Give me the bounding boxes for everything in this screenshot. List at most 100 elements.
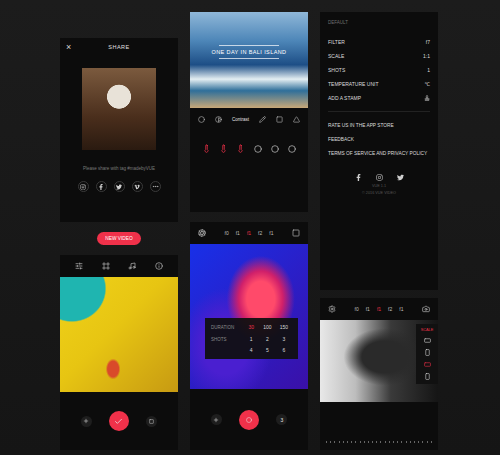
- ratio-icon: [424, 337, 431, 344]
- scale-option[interactable]: [424, 361, 431, 368]
- level-mark[interactable]: [287, 144, 296, 153]
- shutter-button[interactable]: [239, 410, 259, 430]
- shutter-icon: [246, 417, 252, 423]
- ruler-tick: [431, 441, 432, 443]
- setting-label: TEMPERATURE UNIT: [328, 81, 378, 87]
- settings-screen: DEFAULTFILTERf7SCALE1:1SHOTS1TEMPERATURE…: [320, 12, 438, 290]
- facebook-button[interactable]: [96, 181, 107, 192]
- timeline-ruler[interactable]: [320, 434, 438, 450]
- twitter-icon: [116, 184, 122, 190]
- setting-row[interactable]: ADD A STAMP: [328, 91, 430, 105]
- filter-item[interactable]: f0: [225, 230, 229, 236]
- close-button[interactable]: ×: [66, 42, 71, 52]
- ruler-tick: [360, 441, 361, 443]
- settings-link[interactable]: RATE US IN THE APP STORE: [328, 118, 430, 132]
- left-column: ×SHAREPlease share with tag #madebyVUE NE…: [60, 38, 178, 450]
- level-mark[interactable]: [270, 144, 279, 153]
- filter-item[interactable]: f1: [377, 306, 381, 312]
- triangle-icon[interactable]: [293, 116, 300, 123]
- filter-item[interactable]: f0: [355, 306, 359, 312]
- level-mark[interactable]: [253, 144, 262, 153]
- scale-option[interactable]: [424, 337, 431, 344]
- filter-list: f0 f1 f1 f2 f1: [225, 230, 274, 236]
- setting-row[interactable]: TEMPERATURE UNIT ℃: [328, 77, 430, 91]
- tool-label: Contrast: [232, 117, 249, 122]
- exposure-icon[interactable]: [198, 116, 205, 123]
- showcase-page: ×SHAREPlease share with tag #madebyVUE NE…: [0, 0, 500, 455]
- twitter-button[interactable]: [114, 181, 125, 192]
- filter-item[interactable]: f2: [388, 306, 392, 312]
- camera-icon[interactable]: [422, 305, 430, 313]
- counter-button[interactable]: 3: [276, 414, 287, 425]
- confirm-button[interactable]: [109, 411, 129, 431]
- share-screen: ×SHAREPlease share with tag #madebyVUE: [60, 38, 178, 222]
- shots-option[interactable]: 3: [276, 336, 292, 342]
- beach-photo: ONE DAY IN BALI ISLAND: [190, 12, 308, 108]
- edit-footer: [60, 392, 178, 450]
- setting-row[interactable]: SCALE1:1: [328, 49, 430, 63]
- setting-value: 1: [427, 67, 430, 73]
- ruler-tick: [401, 441, 402, 443]
- shots-option[interactable]: 6: [276, 347, 292, 353]
- add-button[interactable]: [211, 414, 222, 425]
- filter-item[interactable]: f1: [247, 230, 251, 236]
- frame-icon[interactable]: [292, 229, 300, 237]
- ruler-tick: [418, 441, 419, 443]
- more-button[interactable]: [150, 181, 161, 192]
- circle-icon: [288, 145, 296, 153]
- ratio-icon: [424, 373, 431, 380]
- ruler-tick: [376, 441, 377, 443]
- gear-icon[interactable]: [328, 305, 336, 313]
- frame-button[interactable]: [146, 416, 157, 427]
- filter-item[interactable]: f1: [366, 306, 370, 312]
- instagram-icon[interactable]: [376, 174, 383, 181]
- new-video-button[interactable]: NEW VIDEO: [97, 232, 140, 245]
- level-mark[interactable]: [236, 144, 245, 153]
- vimeo-button[interactable]: [132, 181, 143, 192]
- settings-link[interactable]: FEEDBACK: [328, 132, 430, 146]
- settings-link[interactable]: TERMS OF SERVICE AND PRIVACY POLICY: [328, 146, 430, 160]
- add-button[interactable]: [81, 416, 92, 427]
- setting-value: ℃: [424, 81, 430, 87]
- ruler-tick: [380, 441, 381, 443]
- thermometer-icon: [219, 144, 228, 153]
- sliders-icon[interactable]: [75, 262, 83, 270]
- facebook-icon[interactable]: [355, 174, 362, 181]
- twitter-icon[interactable]: [397, 174, 404, 181]
- ruler-tick: [351, 441, 352, 443]
- capture-settings-panel: DURATION30100150SHOTS123456: [205, 318, 298, 359]
- music-icon[interactable]: [128, 262, 136, 270]
- aperture-icon[interactable]: [198, 229, 206, 237]
- shots-option[interactable]: 1: [243, 336, 259, 342]
- frame-icon[interactable]: [102, 262, 110, 270]
- scale-title: SCALE: [421, 328, 433, 332]
- info-icon[interactable]: [155, 262, 163, 270]
- filter-item[interactable]: f1: [399, 306, 403, 312]
- shots-option[interactable]: 4: [243, 347, 259, 353]
- settings-social: [328, 174, 430, 181]
- setting-label: ADD A STAMP: [328, 95, 361, 101]
- scale-option[interactable]: [424, 373, 431, 380]
- pencil-icon[interactable]: [259, 116, 266, 123]
- instagram-button[interactable]: [78, 181, 89, 192]
- contrast-icon[interactable]: [215, 116, 222, 123]
- level-mark[interactable]: [219, 144, 228, 153]
- shots-option[interactable]: 2: [259, 336, 275, 342]
- shots-option[interactable]: 5: [259, 347, 275, 353]
- ruler-tick: [355, 441, 356, 443]
- filter-item[interactable]: f2: [258, 230, 262, 236]
- duration-option[interactable]: 150: [276, 324, 292, 330]
- duration-option[interactable]: 30: [243, 324, 259, 330]
- duration-option[interactable]: 100: [259, 324, 275, 330]
- level-mark[interactable]: [202, 144, 211, 153]
- caption-text: ONE DAY IN BALI ISLAND: [212, 49, 287, 55]
- more-icon: [152, 183, 159, 190]
- ruler-tick: [334, 441, 335, 443]
- filter-item[interactable]: f1: [236, 230, 240, 236]
- filter-item[interactable]: f1: [269, 230, 273, 236]
- crop-icon[interactable]: [276, 116, 283, 123]
- edit-toolbar: [60, 255, 178, 277]
- setting-row[interactable]: FILTERf7: [328, 35, 430, 49]
- setting-row[interactable]: SHOTS1: [328, 63, 430, 77]
- scale-option[interactable]: [424, 349, 431, 356]
